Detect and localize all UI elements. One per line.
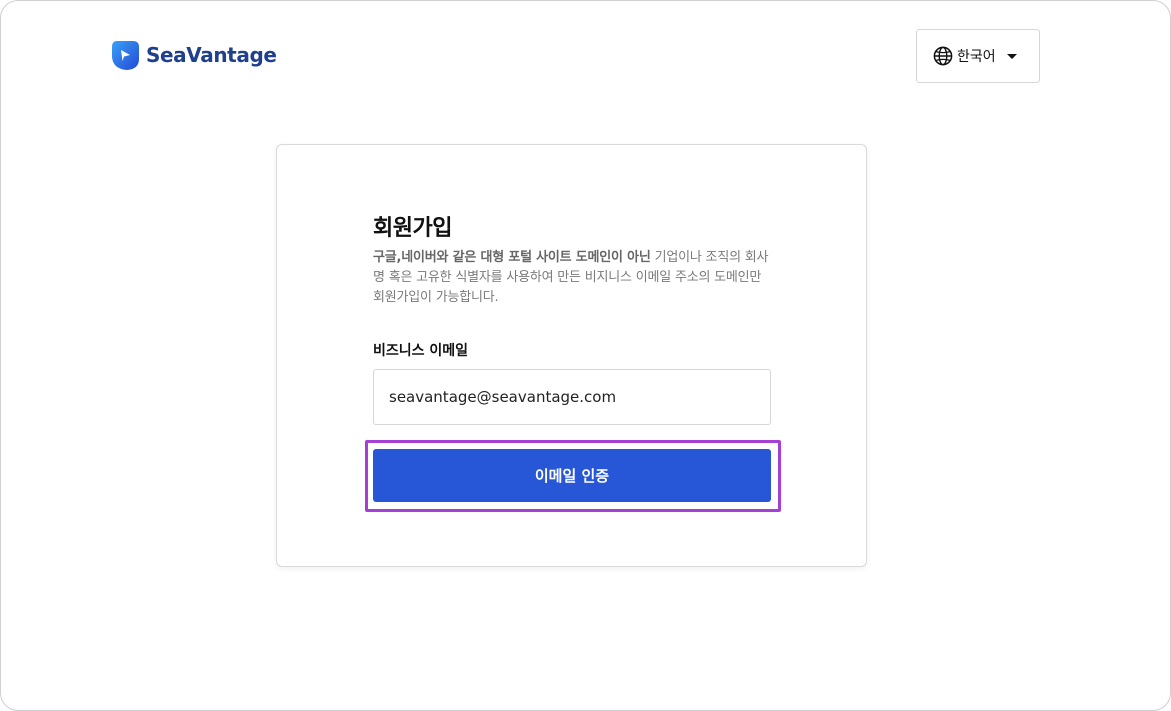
signup-description: 구글,네이버와 같은 대형 포털 사이트 도메인이 아닌 기업이나 조직의 회사… bbox=[373, 248, 773, 308]
email-input[interactable] bbox=[373, 369, 771, 425]
caret-down-icon bbox=[1006, 53, 1017, 59]
verify-email-button[interactable]: 이메일 인증 bbox=[373, 449, 771, 502]
seavantage-logo-icon bbox=[112, 41, 139, 70]
signup-card: 회원가입 구글,네이버와 같은 대형 포털 사이트 도메인이 아닌 기업이나 조… bbox=[276, 144, 867, 567]
brand-name: SeaVantage bbox=[146, 43, 277, 67]
brand-logo[interactable]: SeaVantage bbox=[111, 39, 277, 71]
page-title: 회원가입 bbox=[373, 216, 452, 241]
description-emphasis: 구글,네이버와 같은 대형 포털 사이트 도메인이 아닌 bbox=[373, 250, 651, 265]
app-window: SeaVantage 한국어 회원가입 구글,네이버와 같은 대형 포털 사이트… bbox=[0, 0, 1171, 711]
language-label: 한국어 bbox=[957, 49, 996, 65]
email-field-label: 비즈니스 이메일 bbox=[373, 343, 469, 359]
globe-icon bbox=[933, 46, 953, 66]
language-selector[interactable]: 한국어 bbox=[916, 29, 1040, 83]
